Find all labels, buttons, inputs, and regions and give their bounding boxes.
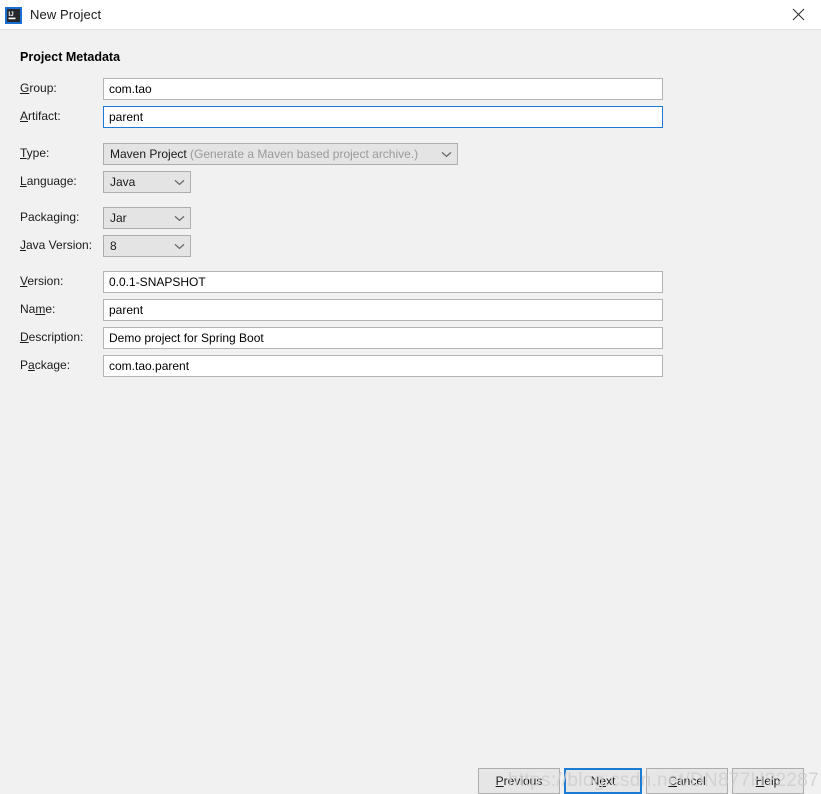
package-input[interactable]: com.tao.parent (103, 355, 663, 377)
java-version-select[interactable]: 8 (103, 235, 191, 257)
window-title: New Project (30, 7, 102, 22)
type-select[interactable]: Maven Project (Generate a Maven based pr… (103, 143, 458, 165)
label-language: Language: (20, 174, 77, 188)
label-version: Version: (20, 274, 64, 288)
type-hint: (Generate a Maven based project archive.… (186, 147, 419, 161)
title-bar: IJ New Project (0, 0, 821, 30)
label-description: Description: (20, 330, 84, 344)
label-type: Type: (20, 146, 50, 160)
label-packaging: Packaging: (20, 210, 80, 224)
group-input[interactable]: com.tao (103, 78, 663, 100)
type-selected-value: Maven Project (Generate a Maven based pr… (110, 147, 419, 161)
chevron-down-icon[interactable] (174, 208, 185, 228)
chevron-down-icon[interactable] (441, 144, 452, 164)
version-input[interactable]: 0.0.1-SNAPSHOT (103, 271, 663, 293)
svg-text:IJ: IJ (8, 11, 14, 18)
language-select[interactable]: Java (103, 171, 191, 193)
label-name: Name: (20, 302, 56, 316)
previous-button[interactable]: Previous (478, 768, 560, 794)
chevron-down-icon[interactable] (174, 236, 185, 256)
label-artifact: Artifact: (20, 109, 61, 123)
java-version-selected-value: 8 (110, 239, 117, 253)
close-icon[interactable] (776, 0, 821, 29)
next-button[interactable]: Next (564, 768, 642, 794)
chevron-down-icon[interactable] (174, 172, 185, 192)
artifact-input[interactable]: parent (103, 106, 663, 128)
page-title: Project Metadata (20, 50, 121, 64)
label-package: Package: (20, 358, 71, 372)
packaging-selected-value: Jar (110, 211, 127, 225)
packaging-select[interactable]: Jar (103, 207, 191, 229)
dialog-content: Project Metadata Group: com.tao Artifact: p… (0, 30, 821, 794)
label-group: Group: (20, 81, 57, 95)
language-selected-value: Java (110, 175, 136, 189)
description-input[interactable]: Demo project for Spring Boot (103, 327, 663, 349)
label-java-version: Java Version: (20, 238, 93, 252)
help-button[interactable]: Help (732, 768, 804, 794)
intellij-idea-icon: IJ (5, 7, 22, 24)
cancel-button[interactable]: Cancel (646, 768, 728, 794)
name-input[interactable]: parent (103, 299, 663, 321)
